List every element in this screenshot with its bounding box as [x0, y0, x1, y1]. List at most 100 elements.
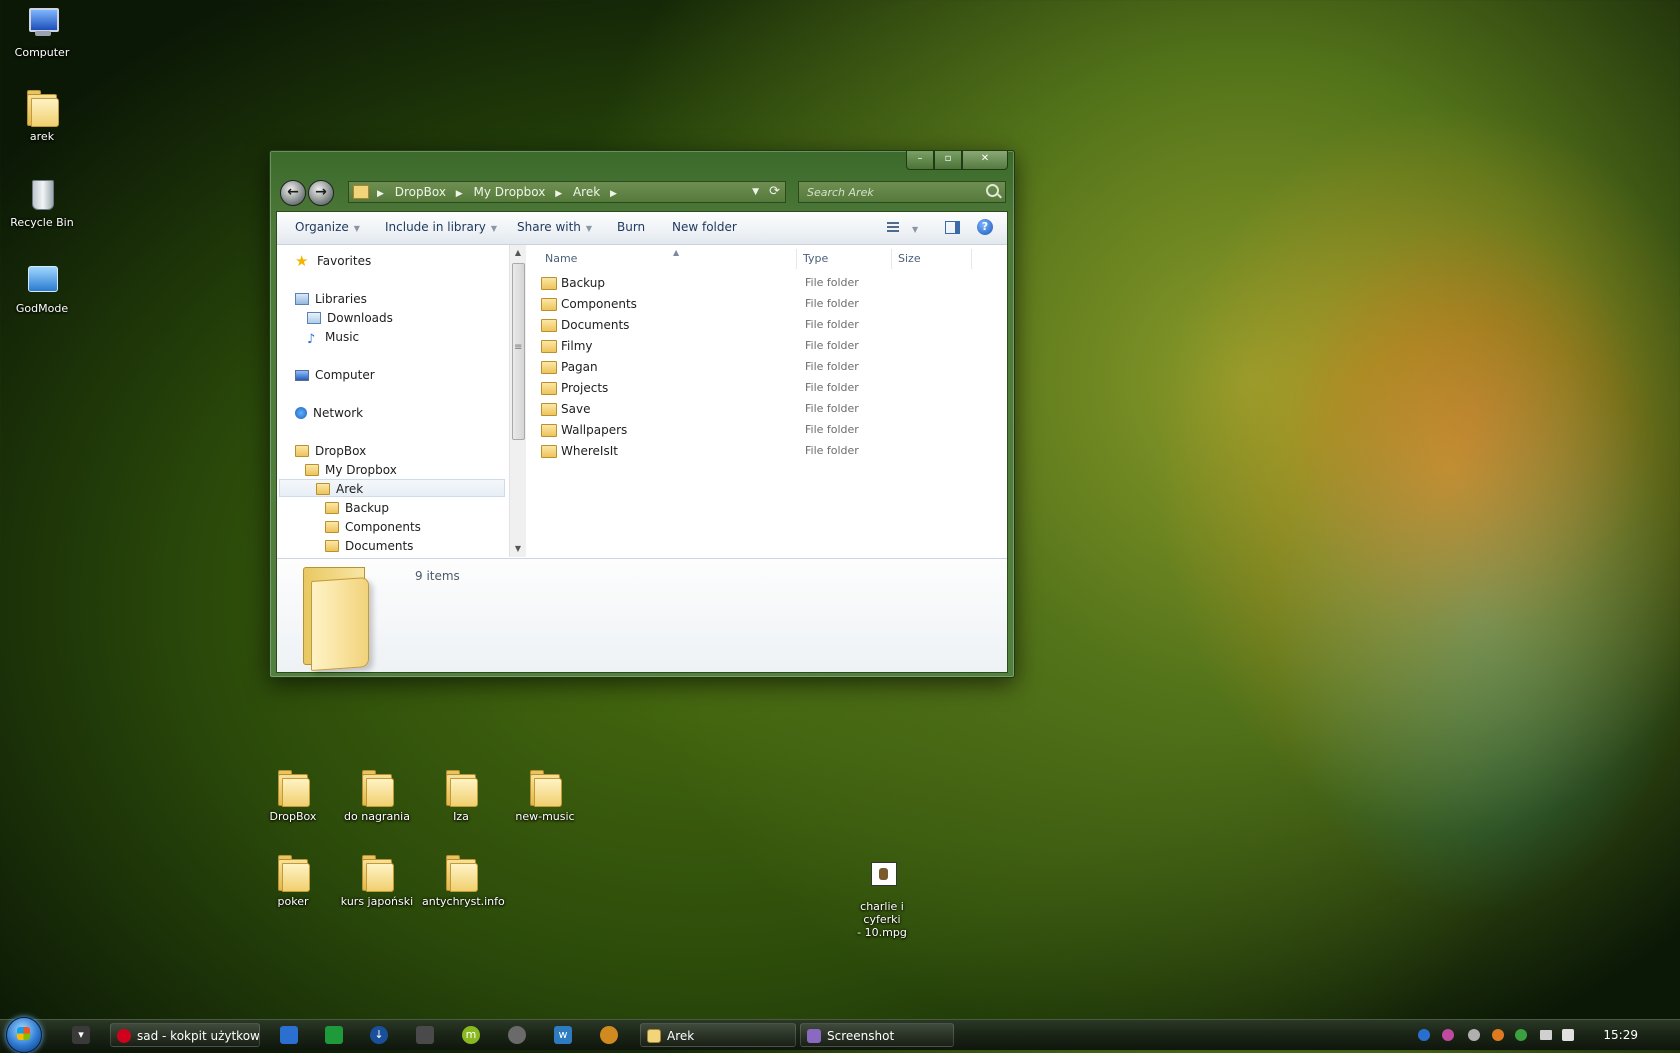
- scroll-up-icon[interactable]: ▲: [510, 245, 526, 261]
- file-row[interactable]: Pagan File folder: [539, 357, 979, 377]
- nav-backup[interactable]: Backup: [325, 499, 389, 517]
- desktop-icon-computer[interactable]: Computer: [3, 6, 81, 59]
- media-icon[interactable]: [416, 1026, 434, 1044]
- tray-icon-3[interactable]: [1468, 1029, 1480, 1041]
- computer-icon: [29, 8, 59, 32]
- folder-preview-icon: [303, 565, 389, 672]
- scroll-thumb[interactable]: [512, 263, 525, 440]
- address-bar[interactable]: ▶ DropBox ▶ My Dropbox ▶ Arek ▶ ▼ ⟳: [348, 181, 786, 203]
- nav-my-dropbox[interactable]: My Dropbox: [305, 461, 397, 479]
- file-name: Save: [561, 402, 591, 416]
- folder-icon: [541, 424, 557, 437]
- signal-icon[interactable]: [1540, 1030, 1552, 1040]
- tray-icon-1[interactable]: [1418, 1029, 1430, 1041]
- breadcrumb-my-dropbox[interactable]: My Dropbox: [474, 185, 546, 199]
- nav-arek[interactable]: Arek: [279, 479, 505, 497]
- help-icon[interactable]: ?: [977, 219, 993, 235]
- desktop-folder-dropbox[interactable]: DropBox: [254, 770, 332, 823]
- nav-components[interactable]: Components: [325, 518, 421, 536]
- column-header-type[interactable]: Type: [797, 249, 892, 269]
- organize-button[interactable]: Organize ▼: [295, 220, 360, 234]
- nav-scrollbar[interactable]: ▲ ▼: [509, 245, 526, 557]
- app-icon-m[interactable]: m: [462, 1026, 480, 1044]
- refresh-icon[interactable]: ⟳: [769, 182, 780, 202]
- search-icon[interactable]: [986, 184, 999, 197]
- nav-favorites[interactable]: ★ Favorites: [295, 252, 371, 270]
- desktop-folder-do-nagrania[interactable]: do nagrania: [338, 770, 416, 823]
- new-folder-button[interactable]: New folder: [672, 220, 737, 234]
- minimize-button[interactable]: –: [906, 151, 934, 170]
- change-view-icon[interactable]: [885, 220, 901, 234]
- nav-dropbox[interactable]: DropBox: [295, 442, 366, 460]
- file-type: File folder: [805, 339, 859, 352]
- file-name: Backup: [561, 276, 605, 290]
- app-icon-2[interactable]: [280, 1026, 298, 1044]
- file-row[interactable]: Backup File folder: [539, 273, 979, 293]
- taskbar-screenshot[interactable]: Screenshot: [800, 1023, 954, 1047]
- scroll-down-icon[interactable]: ▼: [510, 541, 526, 557]
- column-header-name[interactable]: Name ▲: [539, 248, 797, 269]
- tray-icon-4[interactable]: [1492, 1029, 1504, 1041]
- desktop-folder-new-music[interactable]: new-music: [506, 770, 584, 823]
- taskbar-opera[interactable]: sad - kokpit użytkow...: [110, 1023, 260, 1047]
- preview-pane-icon[interactable]: [945, 221, 960, 234]
- app-icon-1[interactable]: ▾: [72, 1026, 90, 1044]
- column-header-size[interactable]: Size: [892, 249, 972, 269]
- taskbar-explorer-arek[interactable]: Arek: [640, 1023, 796, 1047]
- app-icon-5[interactable]: [600, 1026, 618, 1044]
- nav-computer[interactable]: Computer: [295, 366, 375, 384]
- desktop-folder-iza[interactable]: Iza: [422, 770, 500, 823]
- nav-network[interactable]: Network: [295, 404, 363, 422]
- desktop-folder-kurs-japonski[interactable]: kurs japoński: [338, 855, 416, 908]
- tray-icon-2[interactable]: [1442, 1029, 1454, 1041]
- breadcrumb-arek[interactable]: Arek: [573, 185, 600, 199]
- file-type: File folder: [805, 444, 859, 457]
- file-name: WhereIsIt: [561, 444, 618, 458]
- file-row[interactable]: Documents File folder: [539, 315, 979, 335]
- view-options-dropdown[interactable]: ▼: [907, 221, 918, 235]
- desktop-folder-antychryst[interactable]: antychryst.info: [422, 855, 505, 908]
- nav-libraries[interactable]: Libraries: [295, 290, 367, 308]
- clock[interactable]: 15:29: [1603, 1020, 1638, 1050]
- app-icon-4[interactable]: [508, 1026, 526, 1044]
- chevron-down-icon: ▼: [912, 225, 919, 234]
- folder-icon: [276, 855, 310, 892]
- volume-icon[interactable]: [1562, 1029, 1574, 1041]
- file-row[interactable]: Components File folder: [539, 294, 979, 314]
- desktop-icon-arek[interactable]: arek: [3, 90, 81, 143]
- folder-icon: [316, 483, 330, 495]
- desktop-icon-godmode[interactable]: GodMode: [3, 262, 81, 315]
- app-icon-w[interactable]: w: [554, 1026, 572, 1044]
- file-row[interactable]: WhereIsIt File folder: [539, 441, 979, 461]
- file-row[interactable]: Save File folder: [539, 399, 979, 419]
- burn-button[interactable]: Burn: [617, 220, 645, 234]
- desktop-folder-poker[interactable]: poker: [254, 855, 332, 908]
- search-box[interactable]: [798, 181, 1006, 203]
- forward-button[interactable]: →: [308, 180, 334, 206]
- search-input[interactable]: [805, 184, 979, 201]
- folder-icon: [444, 855, 478, 892]
- nav-music[interactable]: ♪ Music: [307, 328, 359, 346]
- file-row[interactable]: Wallpapers File folder: [539, 420, 979, 440]
- app-icon-3[interactable]: [325, 1026, 343, 1044]
- folder-icon: [305, 464, 319, 476]
- share-with-button[interactable]: Share with ▼: [517, 220, 592, 234]
- file-row[interactable]: Projects File folder: [539, 378, 979, 398]
- file-row[interactable]: Filmy File folder: [539, 336, 979, 356]
- download-icon[interactable]: ↓: [370, 1026, 388, 1044]
- nav-downloads[interactable]: Downloads: [307, 309, 393, 327]
- include-in-library-button[interactable]: Include in library ▼: [385, 220, 497, 234]
- chevron-down-icon[interactable]: ▼: [752, 182, 759, 202]
- start-button[interactable]: [6, 1017, 42, 1053]
- breadcrumb-dropbox[interactable]: DropBox: [395, 185, 446, 199]
- close-button[interactable]: ✕: [962, 151, 1008, 170]
- desktop-file-video[interactable]: charlie i cyferki - 10.mpg: [842, 860, 922, 939]
- folder-icon: [360, 855, 394, 892]
- nav-documents[interactable]: Documents: [325, 537, 413, 555]
- desktop-icon-recycle-bin[interactable]: Recycle Bin: [3, 176, 81, 229]
- tray-icon-5[interactable]: [1515, 1029, 1527, 1041]
- back-button[interactable]: ←: [280, 180, 306, 206]
- maximize-button[interactable]: ▫: [934, 151, 962, 170]
- folder-icon: [541, 361, 557, 374]
- details-pane: 9 items: [277, 558, 1007, 672]
